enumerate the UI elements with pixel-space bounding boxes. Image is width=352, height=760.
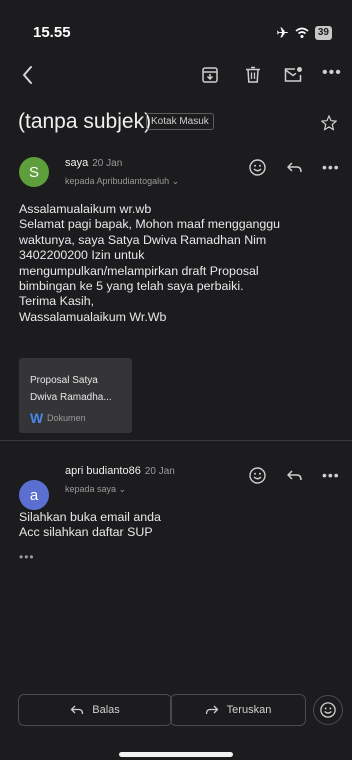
- body-line: Selamat pagi bapak, Mohon maaf menggangg…: [19, 217, 281, 232]
- mark-unread-icon[interactable]: [282, 64, 304, 86]
- recipient-details[interactable]: kepada saya ⌄: [65, 484, 126, 495]
- word-document-icon: W: [30, 410, 44, 426]
- message-date: 20 Jan: [144, 466, 175, 477]
- attachment-card[interactable]: Proposal Satya Dwiva Ramadha... W Dokume…: [19, 358, 132, 433]
- message-sender[interactable]: saya 20 Jan: [65, 157, 122, 169]
- subject-row: (tanpa subjek) Kotak Masuk: [18, 104, 338, 144]
- status-time: 15.55: [33, 24, 71, 41]
- thread-subject: (tanpa subjek): [18, 110, 152, 133]
- attachment-name-line: Dwiva Ramadha...: [30, 392, 112, 403]
- attachment-type: Dokumen: [47, 413, 86, 423]
- reply-icon[interactable]: [285, 466, 304, 485]
- body-line: 3402200200 Izin untuk: [19, 248, 145, 263]
- body-line: Silahkan buka email anda: [19, 510, 161, 524]
- body-line: Wassalamualaikum Wr.Wb: [19, 309, 167, 324]
- forward-icon: [205, 705, 219, 715]
- battery-indicator: 39: [314, 26, 332, 40]
- message-toolbar: •••: [0, 58, 352, 92]
- emoji-reaction-icon[interactable]: [248, 466, 267, 485]
- message-divider: [0, 440, 352, 441]
- bottom-actions: Balas Teruskan: [0, 694, 352, 730]
- reply-icon[interactable]: [285, 158, 304, 177]
- status-bar: 15.55 ✈ 39: [0, 0, 352, 50]
- message-sender[interactable]: apri budianto86 20 Jan: [65, 465, 175, 477]
- attachment-name-line: Proposal Satya: [30, 375, 98, 386]
- avatar[interactable]: a: [19, 480, 49, 510]
- body-line: Terima Kasih,: [19, 294, 95, 309]
- more-options-icon[interactable]: •••: [322, 64, 342, 82]
- trash-icon[interactable]: [242, 64, 264, 86]
- body-line: waktunya, saya Satya Dwiva Ramadhan Nim: [19, 232, 267, 247]
- sender-name: apri budianto86: [65, 465, 141, 477]
- message-body: Assalamualaikum wr.wb Selamat pagi bapak…: [19, 202, 339, 325]
- reply-icon: [70, 705, 84, 715]
- reply-label: Balas: [92, 704, 120, 716]
- attachment-name: Proposal Satya Dwiva Ramadha...: [30, 372, 126, 406]
- body-line: Acc silahkan daftar SUP: [19, 525, 153, 540]
- label-chip[interactable]: Kotak Masuk: [146, 113, 214, 130]
- reply-button[interactable]: Balas: [18, 694, 172, 726]
- body-line: mengumpulkan/melampirkan draft Proposal: [19, 263, 259, 278]
- recipient-details[interactable]: kepada Apribudiantogaluh ⌄: [65, 176, 179, 187]
- back-arrow-icon[interactable]: [16, 62, 40, 88]
- wifi-icon: [295, 27, 309, 38]
- star-icon[interactable]: [320, 114, 338, 132]
- emoji-icon: [320, 702, 336, 718]
- message-more-icon[interactable]: •••: [322, 467, 340, 483]
- emoji-reaction-icon[interactable]: [248, 158, 267, 177]
- forward-label: Teruskan: [226, 704, 272, 716]
- sender-name: saya: [65, 157, 89, 169]
- body-line: Assalamualaikum wr.wb: [19, 202, 152, 216]
- forward-button[interactable]: Teruskan: [170, 694, 306, 726]
- emoji-reaction-button[interactable]: [313, 695, 343, 725]
- message-date: 20 Jan: [92, 158, 123, 169]
- airplane-mode-icon: ✈: [276, 25, 289, 42]
- avatar[interactable]: S: [19, 157, 49, 187]
- message-body: Silahkan buka email anda Acc silahkan da…: [19, 510, 339, 541]
- home-indicator: [119, 752, 233, 757]
- message-more-icon[interactable]: •••: [322, 159, 340, 175]
- archive-icon[interactable]: [199, 64, 221, 86]
- show-trimmed-content-button[interactable]: •••: [19, 550, 35, 564]
- body-line: bimbingan ke 5 yang telah saya perbaiki.: [19, 279, 244, 294]
- status-icons: ✈ 39: [276, 24, 332, 42]
